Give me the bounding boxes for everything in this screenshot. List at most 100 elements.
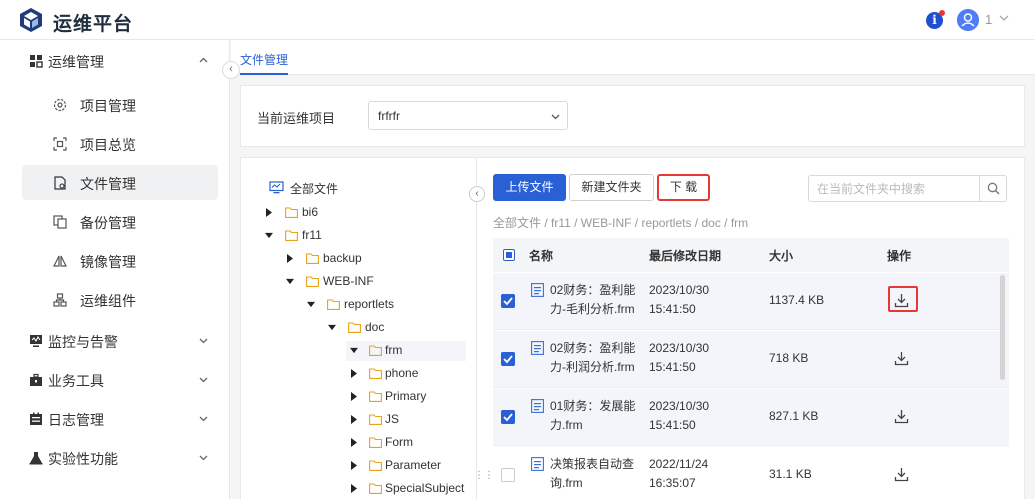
- column-header-date[interactable]: 最后修改日期: [649, 247, 721, 264]
- file-name[interactable]: 01财务：发展能力.frm: [550, 397, 640, 435]
- caret-down-icon[interactable]: [265, 231, 273, 240]
- monitor-folder-icon: [269, 181, 284, 194]
- download-icon[interactable]: [894, 293, 909, 308]
- file-icon: [531, 283, 544, 297]
- folder-icon: [306, 253, 319, 264]
- caret-right-icon[interactable]: [350, 392, 358, 401]
- caret-right-icon[interactable]: [350, 369, 358, 378]
- sidebar-item-mirror[interactable]: 镜像管理: [22, 243, 218, 278]
- splitter-handle[interactable]: ⋮⋮: [474, 470, 494, 481]
- select-all-checkbox[interactable]: [503, 249, 515, 261]
- tree-collapse-button[interactable]: ‹: [469, 186, 485, 202]
- sidebar-item-file-manage[interactable]: 文件管理: [22, 165, 218, 200]
- tree-node[interactable]: Parameter: [350, 456, 470, 476]
- sidebar-group-ops[interactable]: 运维管理: [0, 41, 230, 80]
- tree-node[interactable]: JS: [350, 410, 470, 430]
- caret-down-icon[interactable]: [328, 323, 336, 332]
- table-row[interactable]: 02财务：盈利能力-毛利分析.frm 2023/10/30 15:41:50 1…: [493, 273, 1009, 330]
- sidebar-collapse-button[interactable]: ‹: [222, 61, 240, 79]
- breadcrumb[interactable]: 全部文件 / fr11 / WEB-INF / reportlets / doc…: [493, 214, 748, 231]
- caret-right-icon[interactable]: [350, 461, 358, 470]
- backup-icon: [53, 215, 67, 229]
- sidebar-group-biz-tools[interactable]: 业务工具: [0, 360, 230, 399]
- sidebar-item-project-manage[interactable]: 项目管理: [22, 87, 218, 122]
- table-row[interactable]: 02财务：盈利能力-利润分析.frm 2023/10/30 15:41:50 7…: [493, 331, 1009, 388]
- sidebar-group-monitor[interactable]: 监控与告警: [0, 321, 230, 360]
- folder-icon: [369, 460, 382, 471]
- app-title: 运维平台: [53, 14, 134, 35]
- folder-icon: [369, 437, 382, 448]
- sidebar-item-backup[interactable]: 备份管理: [22, 204, 218, 239]
- sidebar-group-label: 实验性功能: [48, 451, 118, 467]
- upload-button[interactable]: 上传文件: [493, 174, 566, 201]
- sidebar-item-label: 运维组件: [80, 293, 136, 309]
- download-icon[interactable]: [894, 467, 909, 482]
- sidebar-group-experimental[interactable]: 实验性功能: [0, 438, 230, 477]
- sidebar-item-components[interactable]: 运维组件: [22, 282, 218, 317]
- tree-node[interactable]: doc: [328, 318, 468, 338]
- caret-down-icon[interactable]: [350, 346, 358, 355]
- tree-node[interactable]: phone: [350, 364, 470, 384]
- caret-right-icon[interactable]: [350, 415, 358, 424]
- table-row[interactable]: 决策报表自动查询.frm 2022/11/24 16:35:07 31.1 KB: [493, 447, 1009, 499]
- tree-node[interactable]: Primary: [350, 387, 470, 407]
- caret-down-icon[interactable]: [286, 277, 294, 286]
- search-input[interactable]: [809, 176, 979, 201]
- user-name[interactable]: 1: [985, 12, 992, 27]
- folder-icon: [285, 230, 298, 241]
- search-button[interactable]: [979, 176, 1006, 201]
- tree-node[interactable]: WEB-INF: [286, 272, 466, 292]
- download-icon[interactable]: [894, 351, 909, 366]
- row-checkbox[interactable]: [501, 410, 515, 424]
- tree-node-selected[interactable]: frm: [346, 341, 466, 361]
- file-name[interactable]: 02财务：盈利能力-利润分析.frm: [550, 339, 640, 377]
- row-checkbox[interactable]: [501, 294, 515, 308]
- tab-file-manage[interactable]: 文件管理: [240, 40, 289, 75]
- tree-node-label: WEB-INF: [323, 274, 374, 288]
- avatar[interactable]: [957, 9, 979, 31]
- download-button[interactable]: 下 载: [657, 174, 710, 201]
- chevron-down-icon[interactable]: [998, 12, 1010, 24]
- search-box: [808, 175, 1007, 202]
- tree-node-label: doc: [365, 320, 385, 334]
- file-manage-icon: [54, 176, 66, 190]
- sidebar-item-project-overview[interactable]: 项目总览: [22, 126, 218, 161]
- tree-node[interactable]: reportlets: [307, 295, 467, 315]
- file-name[interactable]: 决策报表自动查询.frm: [550, 455, 640, 493]
- folder-icon: [306, 276, 319, 287]
- table-scrollbar[interactable]: [1000, 275, 1005, 380]
- caret-down-icon[interactable]: [307, 300, 315, 309]
- tree-node-label: frm: [385, 343, 403, 357]
- project-select[interactable]: frfrfr: [368, 101, 568, 130]
- tree-root[interactable]: 全部文件: [269, 178, 469, 198]
- file-size: 827.1 KB: [769, 409, 819, 423]
- row-checkbox[interactable]: [501, 468, 515, 482]
- tree-node[interactable]: fr11: [265, 226, 465, 246]
- sidebar-group-logs[interactable]: 日志管理: [0, 399, 230, 438]
- table-row[interactable]: 01财务：发展能力.frm 2023/10/30 15:41:50 827.1 …: [493, 389, 1009, 446]
- tree-node[interactable]: bi6: [265, 203, 465, 223]
- caret-right-icon[interactable]: [265, 208, 273, 217]
- caret-right-icon[interactable]: [286, 254, 294, 263]
- caret-right-icon[interactable]: [350, 438, 358, 447]
- search-icon: [987, 182, 1000, 195]
- sidebar-group-label: 日志管理: [48, 412, 104, 428]
- sidebar: 运维管理 项目管理 项目总览 文件管理 备份管理 镜像管理 运维组件 监控与告警…: [0, 40, 230, 499]
- download-icon[interactable]: [894, 409, 909, 424]
- tree-node[interactable]: SpecialSubject: [350, 479, 475, 499]
- new-folder-button[interactable]: 新建文件夹: [569, 174, 654, 201]
- tree-node-label: Parameter: [385, 458, 442, 472]
- chevron-up-icon: [199, 57, 208, 63]
- sidebar-item-label: 项目总览: [80, 137, 136, 153]
- column-header-size[interactable]: 大小: [769, 247, 793, 264]
- folder-icon: [327, 299, 340, 310]
- file-name[interactable]: 02财务：盈利能力-毛利分析.frm: [550, 281, 640, 319]
- file-panel: 全部文件 bi6 fr11 backup WEB-INF reportlets …: [240, 157, 1025, 499]
- caret-right-icon[interactable]: [350, 484, 358, 493]
- sidebar-item-label: 项目管理: [80, 98, 136, 114]
- column-header-name[interactable]: 名称: [529, 247, 553, 264]
- project-label: 当前运维项目: [257, 111, 336, 126]
- row-checkbox[interactable]: [501, 352, 515, 366]
- tree-node[interactable]: Form: [350, 433, 470, 453]
- tree-node[interactable]: backup: [286, 249, 466, 269]
